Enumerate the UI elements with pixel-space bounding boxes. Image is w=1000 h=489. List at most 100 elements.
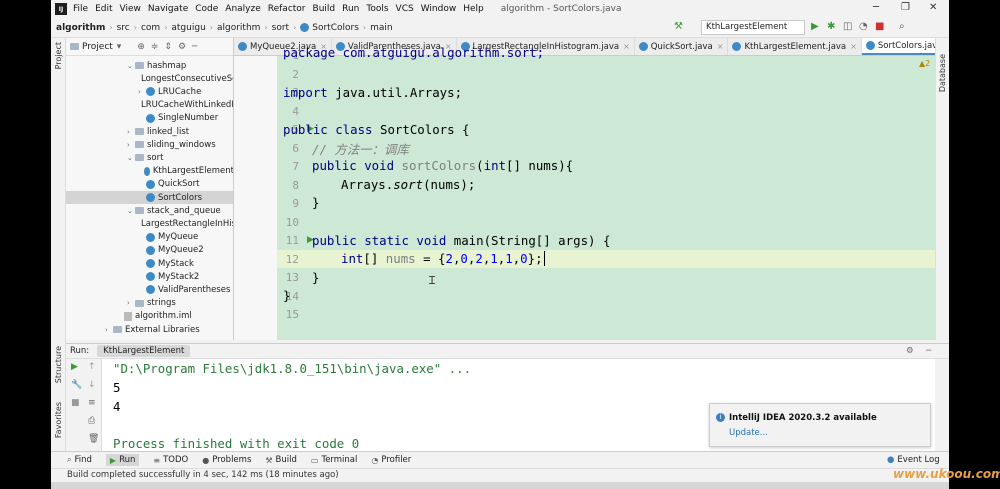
array-value: 1 <box>490 251 498 266</box>
chevron-down-icon[interactable]: ⌄ <box>127 207 135 215</box>
build-tool-button[interactable]: ⚒ Build <box>265 455 297 465</box>
breadcrumb-atguigu[interactable]: atguigu <box>171 23 205 33</box>
maximize-icon[interactable]: ❐ <box>901 2 910 13</box>
menu-window[interactable]: Window <box>421 4 457 14</box>
chevron-right-icon[interactable]: › <box>127 299 135 307</box>
editor-tab[interactable]: QuickSort.java × <box>635 38 729 55</box>
problems-tool-button[interactable]: ● Problems <box>202 455 251 465</box>
run-tool-button[interactable]: ▶ Run <box>105 454 140 466</box>
menu-code[interactable]: Code <box>195 4 218 14</box>
minimize-icon[interactable]: ─ <box>873 2 879 13</box>
breadcrumb-algorithm[interactable]: algorithm <box>217 23 260 33</box>
database-tool-label[interactable]: Database <box>938 54 947 92</box>
coverage-icon[interactable]: ◫ <box>843 21 852 32</box>
soft-wrap-icon[interactable]: ≡ <box>88 398 96 408</box>
update-link[interactable]: Update... <box>729 428 768 438</box>
debug-icon[interactable]: ✱ <box>827 21 835 32</box>
tree-item[interactable]: LRUCacheWithLinkedHa <box>66 99 233 112</box>
breadcrumb-src[interactable]: src <box>117 23 130 33</box>
breadcrumb-com[interactable]: com <box>141 23 160 33</box>
menu-help[interactable]: Help <box>463 4 484 14</box>
todo-tool-button[interactable]: ≡ TODO <box>153 455 188 465</box>
stop-icon[interactable]: ■ <box>875 21 884 32</box>
menu-build[interactable]: Build <box>313 4 336 14</box>
expand-icon[interactable]: ⇕ <box>164 42 172 52</box>
find-tool-button[interactable]: ⌕ Find <box>67 455 92 465</box>
menu-vcs[interactable]: VCS <box>396 4 414 14</box>
chevron-right-icon[interactable]: › <box>127 128 135 136</box>
locate-icon[interactable]: ⊕ <box>137 42 145 52</box>
tree-item[interactable]: ⌄ hashmap <box>66 59 233 72</box>
tree-item[interactable]: KthLargestElement <box>66 165 233 178</box>
breadcrumb-sort[interactable]: sort <box>272 23 289 33</box>
run-configuration-select[interactable]: KthLargestElement <box>701 20 805 35</box>
terminal-tool-button[interactable]: ▭ Terminal <box>311 455 357 465</box>
tree-item[interactable]: MyStack2 <box>66 270 233 283</box>
tree-item[interactable]: SortColors <box>66 191 233 204</box>
tree-item[interactable]: › LRUCache <box>66 85 233 98</box>
close-tab-icon[interactable]: × <box>717 42 724 51</box>
project-tool-label[interactable]: Project <box>54 42 63 69</box>
tree-item[interactable]: LongestConsecutiveSeq <box>66 72 233 85</box>
down-icon[interactable]: ↓ <box>88 380 96 390</box>
tree-item[interactable]: › External Libraries <box>66 323 233 336</box>
chevron-down-icon[interactable]: ⌄ <box>127 154 135 162</box>
menu-edit[interactable]: Edit <box>95 4 112 14</box>
gear-icon[interactable]: ⚙ <box>178 42 186 52</box>
tree-item[interactable]: › sliding_windows <box>66 138 233 151</box>
tree-item-label: algorithm.iml <box>135 311 192 322</box>
tree-item[interactable]: algorithm.iml <box>66 310 233 323</box>
tree-item[interactable]: ⌄ stack_and_queue <box>66 204 233 217</box>
tree-item[interactable]: › linked_list <box>66 125 233 138</box>
profiler-tool-button[interactable]: ◔ Profiler <box>371 455 411 465</box>
menu-refactor[interactable]: Refactor <box>268 4 306 14</box>
structure-tool-label[interactable]: Structure <box>54 346 63 383</box>
tree-item[interactable]: ValidParentheses <box>66 283 233 296</box>
stop-icon[interactable]: ■ <box>71 398 80 408</box>
menu-run[interactable]: Run <box>342 4 359 14</box>
breadcrumb-method[interactable]: main <box>370 23 393 33</box>
tree-item[interactable]: › strings <box>66 297 233 310</box>
gear-icon[interactable]: ⚙ <box>906 346 914 356</box>
tree-item[interactable]: ⌄ sort <box>66 151 233 164</box>
menu-file[interactable]: File <box>73 4 88 14</box>
chevron-right-icon[interactable]: › <box>105 326 113 334</box>
favorites-tool-label[interactable]: Favorites <box>54 402 63 438</box>
hide-icon[interactable]: ─ <box>192 42 197 52</box>
chevron-right-icon[interactable]: › <box>127 141 135 149</box>
chevron-right-icon[interactable]: › <box>138 88 146 96</box>
breadcrumb-project[interactable]: algorithm <box>56 23 105 33</box>
up-icon[interactable]: ↑ <box>88 362 96 372</box>
menu-view[interactable]: View <box>120 4 141 14</box>
tree-item[interactable]: SingleNumber <box>66 112 233 125</box>
close-tab-icon[interactable]: × <box>623 42 630 51</box>
tree-item[interactable]: LargestRectangleInHisto <box>66 217 233 230</box>
profile-icon[interactable]: ◔ <box>859 21 868 32</box>
print-icon[interactable]: ⎙ <box>88 416 95 426</box>
run-tab-kthlargest[interactable]: KthLargestElement <box>97 345 191 357</box>
warning-indicator[interactable]: ▲2 <box>919 59 930 68</box>
project-view-select[interactable]: Project <box>82 42 113 52</box>
tree-item[interactable]: MyQueue <box>66 231 233 244</box>
tree-item[interactable]: MyQueue2 <box>66 244 233 257</box>
menu-tools[interactable]: Tools <box>366 4 388 14</box>
build-hammer-icon[interactable]: ⚒ <box>674 21 683 32</box>
search-everywhere-icon[interactable]: ⌕ <box>899 21 905 32</box>
editor-tab[interactable]: KthLargestElement.java × <box>728 38 862 55</box>
collapse-icon[interactable]: ≑ <box>151 42 159 52</box>
chevron-down-icon[interactable]: ⌄ <box>127 62 135 70</box>
menu-navigate[interactable]: Navigate <box>148 4 188 14</box>
wrench-icon[interactable]: 🔧 <box>71 380 82 390</box>
close-tab-icon[interactable]: × <box>850 42 857 51</box>
run-icon[interactable]: ▶ <box>811 21 819 32</box>
close-icon[interactable]: ✕ <box>929 2 937 13</box>
event-log-button[interactable]: ● Event Log <box>887 455 940 465</box>
clear-icon[interactable]: 🗑 <box>88 434 99 444</box>
tree-item[interactable]: QuickSort <box>66 178 233 191</box>
rerun-icon[interactable]: ▶ <box>71 362 78 372</box>
tree-item[interactable]: MyStack <box>66 257 233 270</box>
menu-analyze[interactable]: Analyze <box>225 4 260 14</box>
breadcrumb-class[interactable]: SortColors <box>312 23 359 33</box>
hide-panel-icon[interactable]: ─ <box>926 346 931 356</box>
chevron-down-icon[interactable]: ▾ <box>117 42 122 52</box>
